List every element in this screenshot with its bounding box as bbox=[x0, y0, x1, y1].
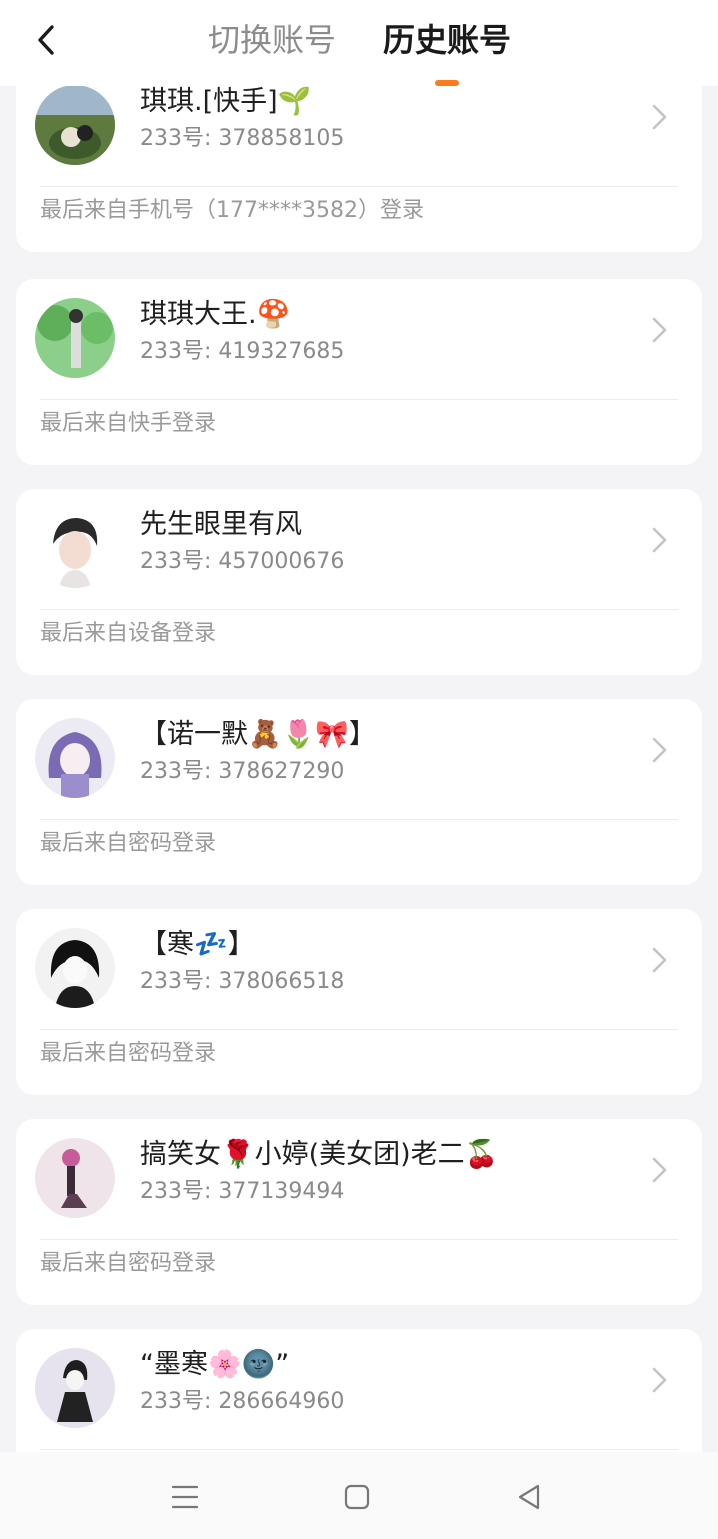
avatar bbox=[35, 1138, 115, 1218]
avatar bbox=[35, 508, 115, 588]
login-source: 最后来自设备登录 bbox=[40, 621, 217, 646]
active-tab-indicator bbox=[435, 80, 459, 86]
account-id: 233号: 457000676 bbox=[140, 549, 345, 574]
recent-apps-button[interactable] bbox=[165, 1477, 205, 1517]
top-bar: 切换账号 历史账号 bbox=[0, 0, 718, 86]
account-card[interactable]: 搞笑女🌹小婷(美女团)老二🍒 233号: 377139494 最后来自密码登录 bbox=[16, 1119, 702, 1305]
chevron-right-icon bbox=[652, 527, 667, 553]
back-button[interactable] bbox=[26, 20, 66, 60]
login-source: 最后来自快手登录 bbox=[40, 411, 217, 436]
account-card[interactable]: 【寒💤】 233号: 378066518 最后来自密码登录 bbox=[16, 909, 702, 1095]
divider bbox=[40, 1449, 678, 1450]
divider bbox=[40, 1029, 678, 1030]
account-card[interactable]: “墨寒🌸🌚” 233号: 286664960 bbox=[16, 1329, 702, 1452]
nickname: 琪琪大王.🍄 bbox=[140, 299, 291, 330]
account-card[interactable]: 先生眼里有风 233号: 457000676 最后来自设备登录 bbox=[16, 489, 702, 675]
avatar bbox=[35, 928, 115, 1008]
account-id: 233号: 419327685 bbox=[140, 339, 345, 364]
avatar bbox=[35, 1348, 115, 1428]
nickname: 搞笑女🌹小婷(美女团)老二🍒 bbox=[140, 1139, 499, 1170]
account-card[interactable]: 琪琪大王.🍄 233号: 419327685 最后来自快手登录 bbox=[16, 279, 702, 465]
account-id: 233号: 286664960 bbox=[140, 1389, 345, 1414]
divider bbox=[40, 399, 678, 400]
chevron-right-icon bbox=[652, 947, 667, 973]
login-source: 最后来自密码登录 bbox=[40, 1041, 217, 1066]
account-id: 233号: 378627290 bbox=[140, 759, 345, 784]
avatar bbox=[35, 718, 115, 798]
account-card[interactable]: 琪琪.[快手]🌱 233号: 378858105 最后来自手机号（177****… bbox=[16, 66, 702, 252]
home-button[interactable] bbox=[337, 1477, 377, 1517]
back-triangle-icon bbox=[518, 1484, 540, 1510]
divider bbox=[40, 609, 678, 610]
chevron-right-icon bbox=[652, 104, 667, 130]
divider bbox=[40, 186, 678, 187]
divider bbox=[40, 819, 678, 820]
nickname: 【寒💤】 bbox=[140, 929, 255, 960]
chevron-right-icon bbox=[652, 737, 667, 763]
system-navigation-bar bbox=[0, 1452, 718, 1539]
menu-icon bbox=[171, 1485, 199, 1509]
login-source: 最后来自密码登录 bbox=[40, 1251, 217, 1276]
chevron-right-icon bbox=[652, 1367, 667, 1393]
login-source: 最后来自密码登录 bbox=[40, 831, 217, 856]
account-history-list[interactable]: 琪琪.[快手]🌱 233号: 378858105 最后来自手机号（177****… bbox=[0, 0, 718, 1452]
nickname: “墨寒🌸🌚” bbox=[140, 1349, 290, 1380]
account-id: 233号: 377139494 bbox=[140, 1179, 345, 1204]
login-source: 最后来自手机号（177****3582）登录 bbox=[40, 198, 424, 223]
divider bbox=[40, 1239, 678, 1240]
chevron-right-icon bbox=[652, 1157, 667, 1183]
avatar bbox=[35, 85, 115, 165]
account-card[interactable]: 【诺一默🧸🌷🎀】 233号: 378627290 最后来自密码登录 bbox=[16, 699, 702, 885]
avatar bbox=[35, 298, 115, 378]
account-id: 233号: 378858105 bbox=[140, 126, 345, 151]
tab-switch-account[interactable]: 切换账号 bbox=[208, 18, 336, 62]
nickname: 【诺一默🧸🌷🎀】 bbox=[140, 719, 376, 750]
nickname: 琪琪.[快手]🌱 bbox=[140, 86, 312, 117]
system-back-button[interactable] bbox=[509, 1477, 549, 1517]
tab-history-account[interactable]: 历史账号 bbox=[383, 18, 511, 62]
home-square-icon bbox=[344, 1484, 370, 1510]
account-id: 233号: 378066518 bbox=[140, 969, 345, 994]
chevron-left-icon bbox=[38, 25, 54, 55]
chevron-right-icon bbox=[652, 317, 667, 343]
nickname: 先生眼里有风 bbox=[140, 509, 302, 540]
